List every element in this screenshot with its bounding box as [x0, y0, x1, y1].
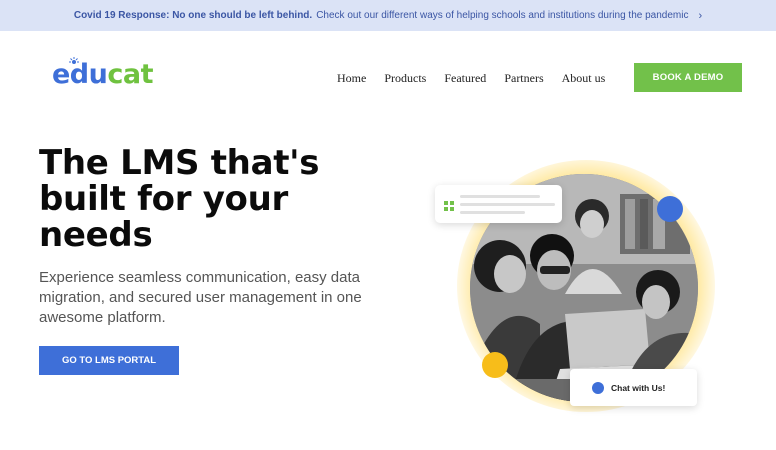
nav-item-about-us[interactable]: About us: [562, 70, 606, 86]
logo-text-cat: cat: [107, 59, 154, 90]
chat-label: Chat with Us!: [611, 382, 666, 393]
nav-item-partners[interactable]: Partners: [504, 70, 543, 86]
lms-portal-button[interactable]: GO TO LMS PORTAL: [39, 346, 179, 375]
chat-bubble-icon: [592, 382, 604, 394]
chat-widget[interactable]: Chat with Us!: [570, 369, 697, 406]
placeholder-line: [460, 195, 540, 198]
book-demo-button[interactable]: BOOK A DEMO: [634, 63, 742, 92]
placeholder-line: [460, 203, 555, 206]
banner-bold-text: Covid 19 Response: No one should be left…: [73, 10, 313, 21]
main-nav: Home Products Featured Partners About us: [337, 70, 623, 86]
hero-title: The LMS that's built for your needs: [39, 143, 320, 255]
chevron-right-icon[interactable]: ›: [698, 10, 702, 22]
dashboard-card: [435, 185, 562, 223]
logo[interactable]: educat: [52, 55, 154, 95]
decorative-yellow-dot: [482, 352, 508, 378]
decorative-blue-dot: [657, 196, 683, 222]
banner-text: Check out our different ways of helping …: [316, 10, 689, 21]
announcement-banner[interactable]: Covid 19 Response: No one should be left…: [0, 0, 776, 31]
placeholder-line: [460, 211, 525, 214]
hero-illustration: Chat with Us!: [430, 150, 730, 420]
nav-item-products[interactable]: Products: [384, 70, 426, 86]
logo-text-edu: edu: [52, 59, 108, 90]
sparkle-icon: [69, 57, 79, 64]
hero-subtitle: Experience seamless communication, easy …: [39, 269, 362, 326]
nav-item-home[interactable]: Home: [337, 70, 366, 86]
nav-item-featured[interactable]: Featured: [444, 70, 486, 86]
grid-icon: [444, 201, 454, 211]
